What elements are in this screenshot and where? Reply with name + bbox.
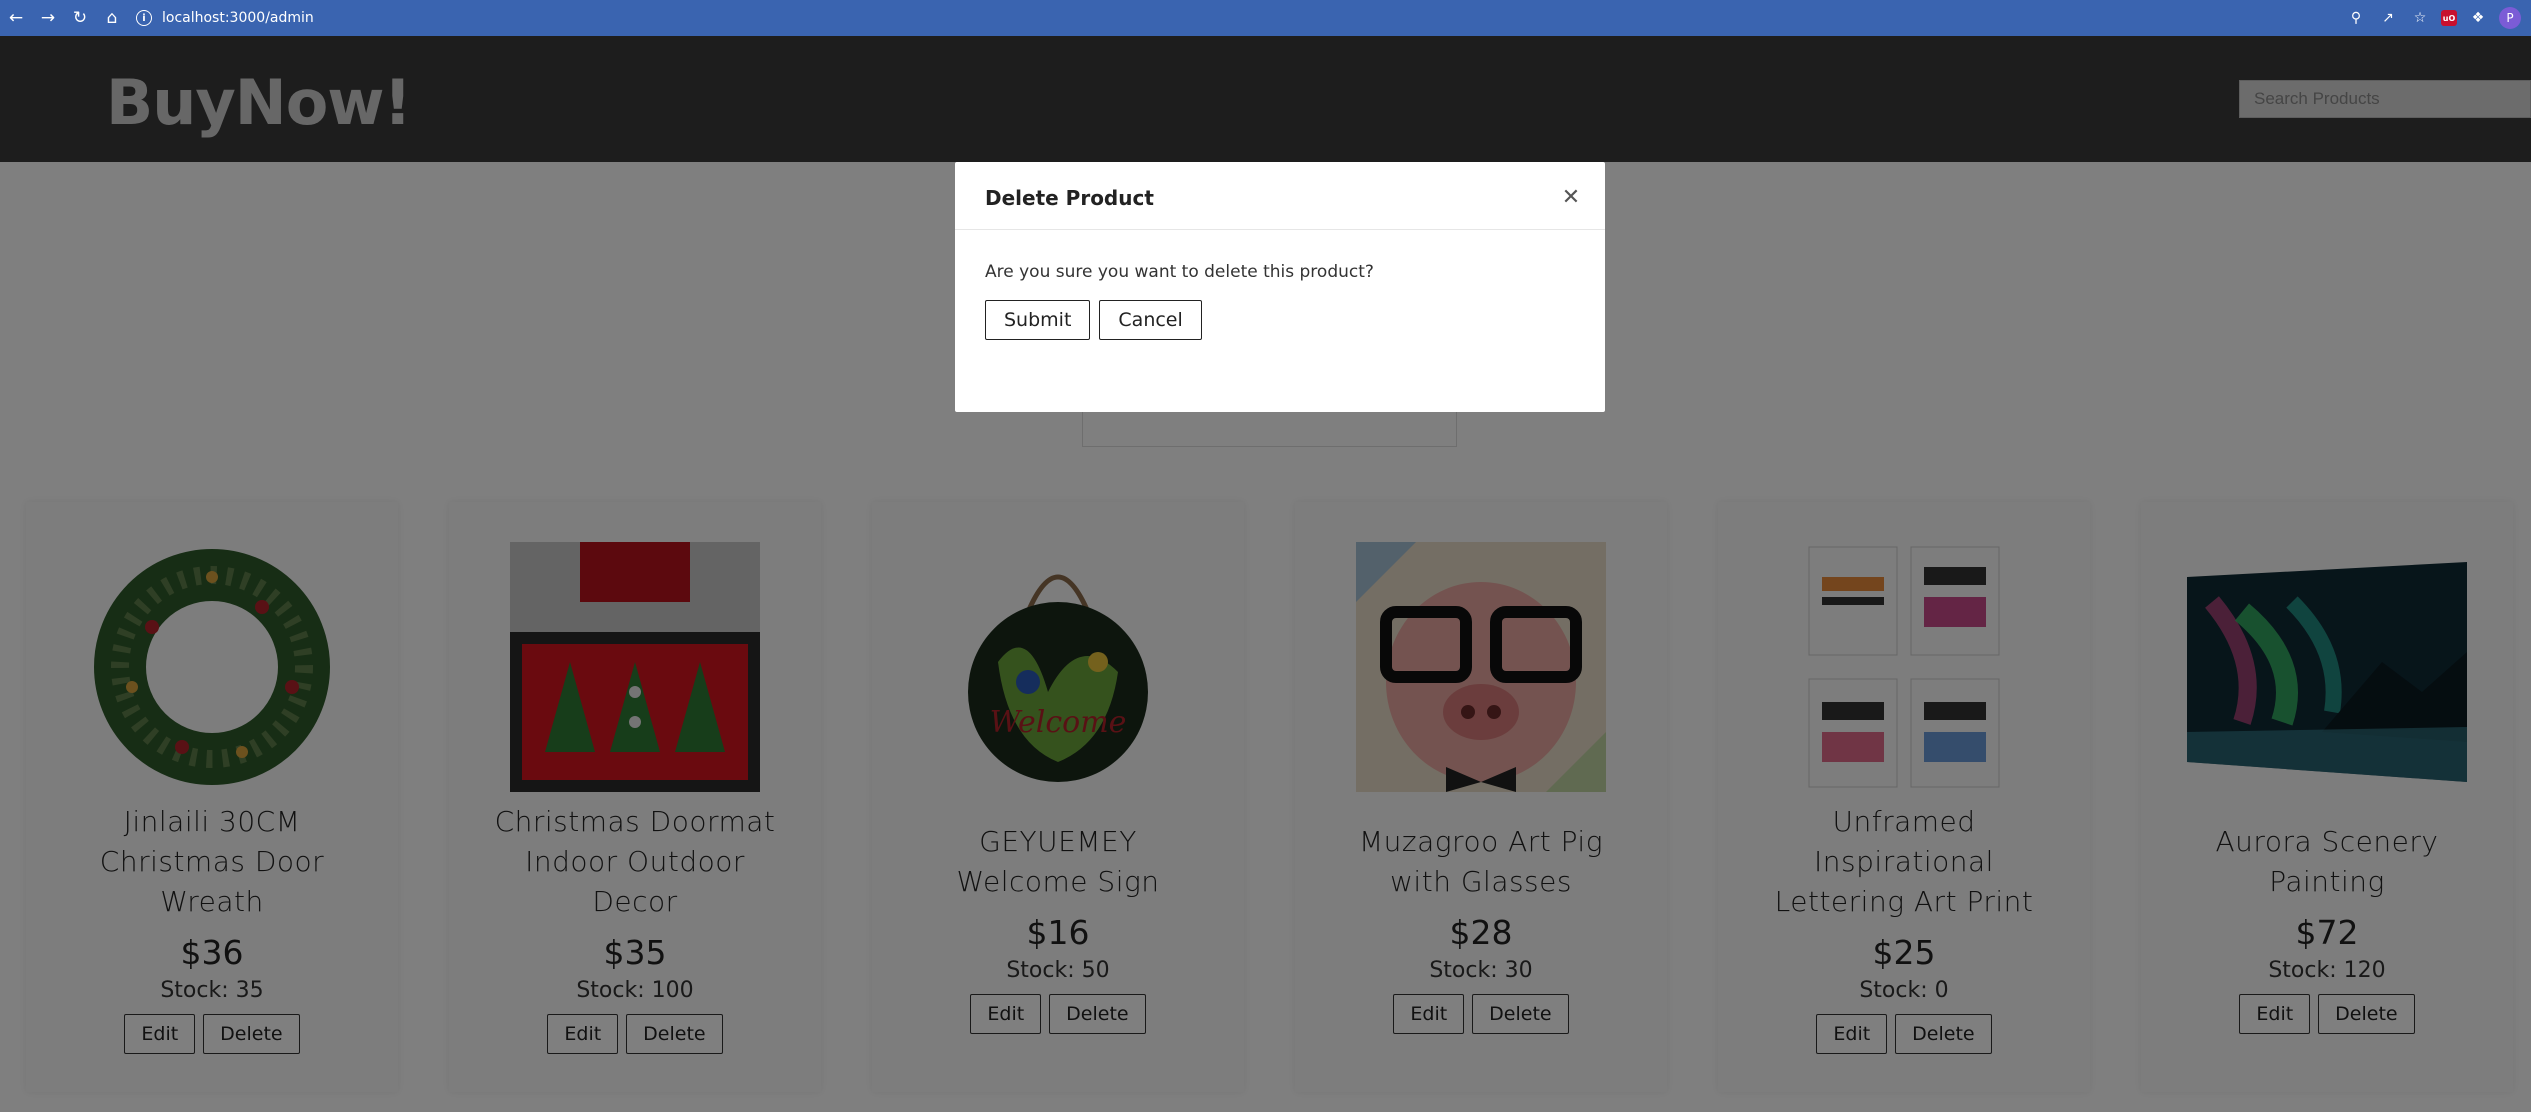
url-text: localhost:3000/admin: [162, 10, 314, 26]
dialog-title: Delete Product: [985, 186, 1154, 210]
extensions-puzzle-icon[interactable]: ❖: [2467, 7, 2489, 29]
close-icon[interactable]: ✕: [1561, 187, 1581, 209]
dialog-body: Are you sure you want to delete this pro…: [955, 230, 1605, 340]
address-bar[interactable]: i localhost:3000/admin: [136, 4, 314, 32]
profile-avatar[interactable]: P: [2499, 7, 2521, 29]
dialog-header: Delete Product ✕: [955, 162, 1605, 230]
cancel-button[interactable]: Cancel: [1099, 300, 1202, 340]
site-info-icon[interactable]: i: [136, 10, 152, 26]
bookmark-star-icon[interactable]: ☆: [2409, 7, 2431, 29]
reload-icon[interactable]: ↻: [64, 0, 96, 36]
home-icon[interactable]: ⌂: [96, 0, 128, 36]
share-icon[interactable]: ↗: [2377, 7, 2399, 29]
back-arrow-icon[interactable]: ←: [0, 0, 32, 36]
zoom-icon[interactable]: ⚲: [2345, 7, 2367, 29]
ublock-extension-icon[interactable]: uO: [2441, 10, 2457, 26]
dialog-message: Are you sure you want to delete this pro…: [985, 262, 1374, 282]
forward-arrow-icon[interactable]: →: [32, 0, 64, 36]
submit-button[interactable]: Submit: [985, 300, 1091, 340]
delete-product-dialog: Delete Product ✕ Are you sure you want t…: [955, 162, 1605, 412]
browser-toolbar: ← → ↻ ⌂ i localhost:3000/admin ⚲ ↗ ☆ uO …: [0, 0, 2531, 36]
